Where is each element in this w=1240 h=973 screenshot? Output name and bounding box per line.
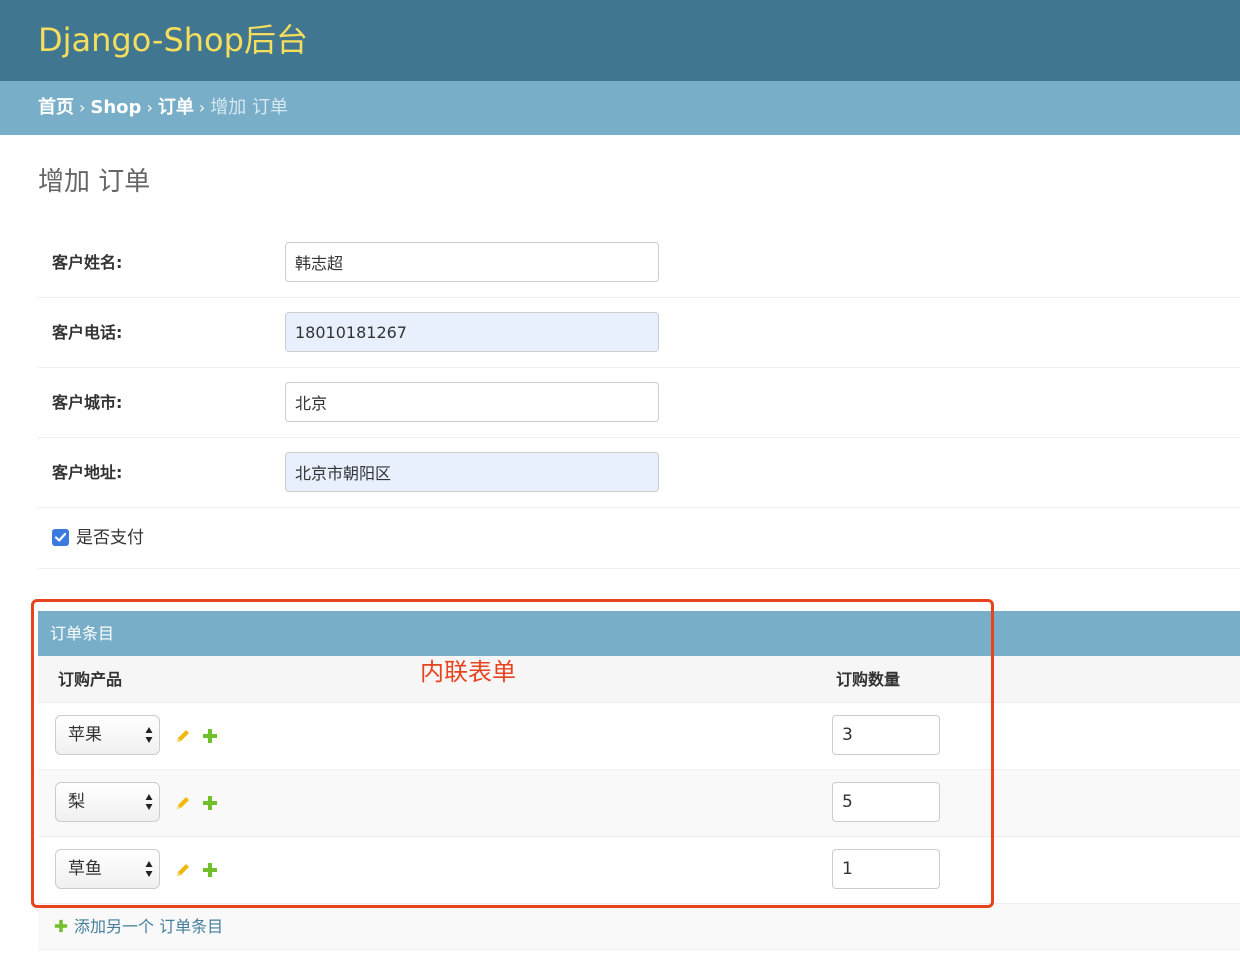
column-header-quantity: 订购数量	[836, 670, 901, 689]
plus-icon[interactable]	[202, 862, 218, 878]
customer-address-input[interactable]	[285, 452, 659, 492]
add-another-row-link[interactable]: 添加另一个 订单条目	[38, 904, 1240, 950]
product-select[interactable]: 草鱼	[55, 849, 160, 889]
customer-city-label: 客户城市:	[52, 393, 123, 412]
page-title: 增加 订单	[38, 167, 151, 197]
customer-address-label: 客户地址:	[52, 463, 123, 482]
column-header-product: 订购产品	[58, 670, 123, 689]
product-select[interactable]: 梨	[55, 782, 160, 822]
table-row: 苹果	[38, 703, 1240, 770]
select-arrows-icon	[145, 861, 153, 877]
product-select-value: 草鱼	[68, 859, 102, 879]
pencil-icon[interactable]	[174, 727, 192, 745]
table-row: 草鱼	[38, 837, 1240, 904]
breadcrumb-separator: ›	[79, 98, 86, 117]
breadcrumb-current: 增加 订单	[210, 97, 288, 118]
breadcrumb-separator: ›	[198, 98, 206, 117]
quantity-input[interactable]	[832, 715, 940, 755]
annotation-inline-form: 内联表单	[420, 658, 516, 686]
table-row: 梨	[38, 770, 1240, 837]
breadcrumb-home[interactable]: 首页	[38, 97, 74, 118]
form-row-customer-city: 客户城市:	[38, 368, 1240, 438]
inline-column-headers: 订购产品 内联表单 订购数量	[38, 656, 1240, 703]
product-select-value: 苹果	[68, 725, 102, 745]
inline-order-items: 订单条目 订购产品 内联表单 订购数量 苹果 梨 草鱼 添加另一个	[38, 611, 1240, 950]
breadcrumb: 首页 › Shop › 订单 › 增加 订单	[0, 81, 1240, 135]
quantity-input[interactable]	[832, 849, 940, 889]
breadcrumb-model[interactable]: 订单	[158, 97, 194, 118]
form-row-customer-name: 客户姓名:	[38, 228, 1240, 298]
plus-icon[interactable]	[202, 728, 218, 744]
breadcrumb-separator: ›	[146, 98, 153, 117]
pencil-icon[interactable]	[174, 861, 192, 879]
customer-city-input[interactable]	[285, 382, 659, 422]
plus-icon[interactable]	[202, 795, 218, 811]
checkmark-icon	[54, 532, 67, 542]
select-arrows-icon	[145, 727, 153, 743]
customer-phone-label: 客户电话:	[52, 323, 123, 342]
form-row-customer-address: 客户地址:	[38, 438, 1240, 508]
site-header: Django-Shop后台	[0, 0, 1240, 81]
add-another-row-label[interactable]: 添加另一个 订单条目	[74, 917, 223, 936]
product-select-value: 梨	[68, 792, 85, 812]
form-row-customer-phone: 客户电话:	[38, 298, 1240, 368]
breadcrumb-app[interactable]: Shop	[90, 97, 141, 118]
plus-icon	[54, 919, 68, 933]
inline-title: 订单条目	[38, 611, 1240, 656]
quantity-input[interactable]	[832, 782, 940, 822]
pencil-icon[interactable]	[174, 794, 192, 812]
site-brand[interactable]: Django-Shop后台	[38, 18, 308, 62]
customer-name-label: 客户姓名:	[52, 253, 123, 272]
is-paid-checkbox[interactable]	[52, 529, 69, 546]
select-arrows-icon	[145, 794, 153, 810]
customer-phone-input[interactable]	[285, 312, 659, 352]
form-row-is-paid: 是否支付	[38, 507, 1240, 569]
product-select[interactable]: 苹果	[55, 715, 160, 755]
customer-name-input[interactable]	[285, 242, 659, 282]
is-paid-label[interactable]: 是否支付	[76, 507, 144, 569]
